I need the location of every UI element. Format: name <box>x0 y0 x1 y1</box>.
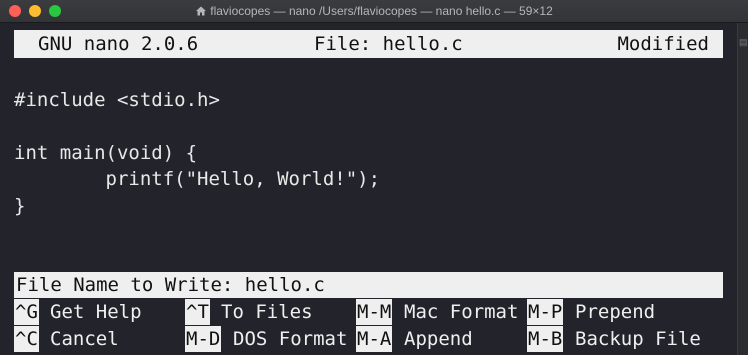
terminal-window: flaviocopes — nano /Users/flaviocopes — … <box>0 0 748 355</box>
shortcut-dos-format[interactable]: M-D DOS Format <box>185 326 347 352</box>
shortcut-key: M-P <box>527 299 564 325</box>
save-prompt-label: File Name to Write: <box>16 274 234 296</box>
shortcut-key: M-B <box>527 326 564 352</box>
prompt-highlight <box>356 272 723 298</box>
editor-line[interactable]: printf("Hello, World!"); <box>14 166 381 192</box>
file-name-input[interactable]: hello.c <box>245 274 325 296</box>
shortcut-get-help[interactable]: ^G Get Help <box>14 299 142 325</box>
shortcut-cancel[interactable]: ^C Cancel <box>14 326 119 352</box>
scrollbar[interactable]: ▤ <box>737 23 748 355</box>
editor-line[interactable]: int main(void) { <box>14 140 197 166</box>
title-bar[interactable]: flaviocopes — nano /Users/flaviocopes — … <box>0 0 748 23</box>
window-title-container: flaviocopes — nano /Users/flaviocopes — … <box>0 0 748 22</box>
shortcut-bar: ^G Get Help ^T To Files M-M Mac Format M… <box>14 299 723 355</box>
shortcut-label: To Files <box>221 301 313 323</box>
shortcut-label: Mac Format <box>404 301 519 323</box>
nano-header-bar: GNU nano 2.0.6 File: hello.c Modified <box>14 30 723 58</box>
file-name-label: File: hello.c <box>314 33 463 55</box>
shortcut-to-files[interactable]: ^T To Files <box>185 299 313 325</box>
shortcut-label: Backup File <box>575 328 701 350</box>
editor-line[interactable]: #include <stdio.h> <box>14 87 220 113</box>
shortcut-label: Get Help <box>50 301 142 323</box>
shortcut-key: M-A <box>356 326 393 352</box>
shortcut-key: ^T <box>185 299 210 325</box>
scroll-tab-icon: ▤ <box>739 37 748 47</box>
shortcut-label: Append <box>404 328 473 350</box>
shortcut-key: ^G <box>14 299 39 325</box>
shortcut-key: M-M <box>356 299 393 325</box>
shortcut-label: Cancel <box>50 328 119 350</box>
save-prompt-bar: File Name to Write: hello.c <box>14 272 723 298</box>
shortcut-label: Prepend <box>575 301 656 323</box>
shortcut-append[interactable]: M-A Append <box>356 326 473 352</box>
modified-status: Modified <box>617 33 709 55</box>
shortcut-mac-format[interactable]: M-M Mac Format <box>356 299 518 325</box>
editor-line[interactable]: } <box>14 193 25 219</box>
shortcut-key: ^C <box>14 326 39 352</box>
terminal-content[interactable]: GNU nano 2.0.6 File: hello.c Modified #i… <box>0 23 738 355</box>
nano-version: GNU nano 2.0.6 <box>38 33 199 55</box>
save-prompt[interactable]: File Name to Write: hello.c <box>14 272 356 298</box>
shortcut-backup-file[interactable]: M-B Backup File <box>527 326 701 352</box>
shortcut-key: M-D <box>185 326 222 352</box>
shortcut-prepend[interactable]: M-P Prepend <box>527 299 655 325</box>
window-title: flaviocopes — nano /Users/flaviocopes — … <box>210 4 553 18</box>
home-folder-icon <box>196 6 207 16</box>
shortcut-label: DOS Format <box>233 328 348 350</box>
